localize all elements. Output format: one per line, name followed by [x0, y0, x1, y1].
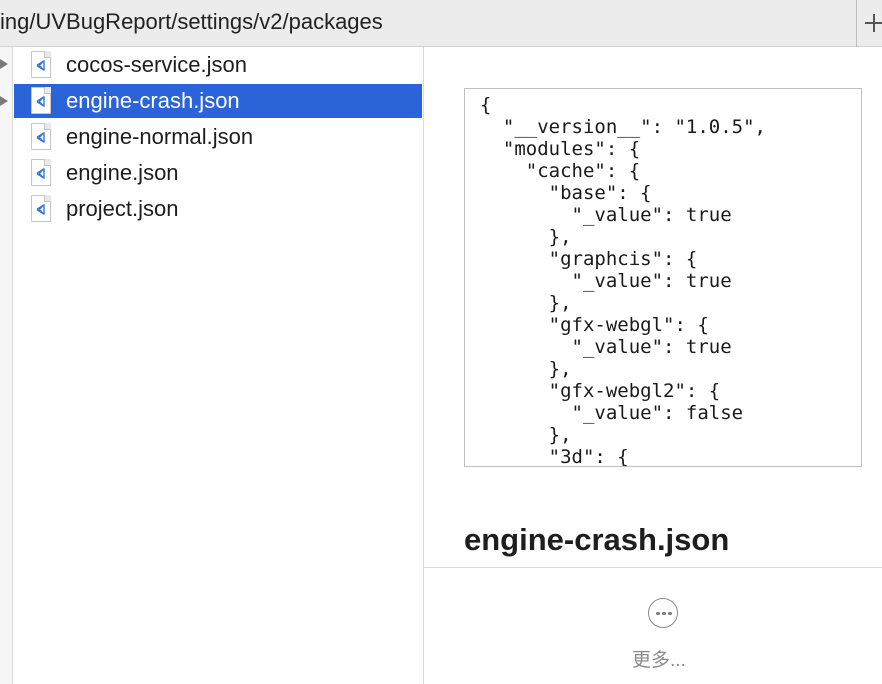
more-button[interactable]: 更多... [622, 596, 706, 671]
pane-divider[interactable] [423, 47, 424, 684]
add-button[interactable] [856, 0, 882, 47]
file-row-project[interactable]: project.json [14, 192, 422, 226]
preview-title: engine-crash.json [464, 522, 730, 557]
preview-divider [424, 567, 882, 568]
vscode-json-file-icon [31, 87, 51, 114]
vscode-json-file-icon [31, 159, 51, 186]
vscode-json-file-icon [31, 51, 51, 78]
path-text: ing/UVBugReport/settings/v2/packages [0, 9, 383, 34]
file-row-engine-crash[interactable]: engine-crash.json [14, 84, 422, 118]
vscode-json-file-icon [31, 195, 51, 222]
sidebar-gutter [0, 47, 13, 684]
file-label: engine-normal.json [66, 124, 254, 149]
path-bar: ing/UVBugReport/settings/v2/packages [0, 0, 882, 47]
file-row-engine-normal[interactable]: engine-normal.json [14, 120, 422, 154]
file-list: cocos-service.json engine-crash.json eng… [14, 48, 422, 684]
disclosure-triangle-icon[interactable] [0, 59, 8, 69]
disclosure-triangle-icon[interactable] [0, 96, 8, 106]
file-label: cocos-service.json [66, 52, 247, 77]
file-row-engine[interactable]: engine.json [14, 156, 422, 190]
file-label: engine.json [66, 160, 179, 185]
file-preview[interactable]: { "__version__": "1.0.5", "modules": { "… [464, 88, 862, 467]
file-row-cocos-service[interactable]: cocos-service.json [14, 48, 422, 82]
more-label: 更多... [632, 650, 686, 671]
file-label: project.json [66, 196, 179, 221]
file-label: engine-crash.json [66, 88, 240, 113]
ellipsis-circle-icon [648, 598, 678, 628]
vscode-json-file-icon [31, 123, 51, 150]
preview-content: { "__version__": "1.0.5", "modules": { "… [480, 94, 766, 467]
